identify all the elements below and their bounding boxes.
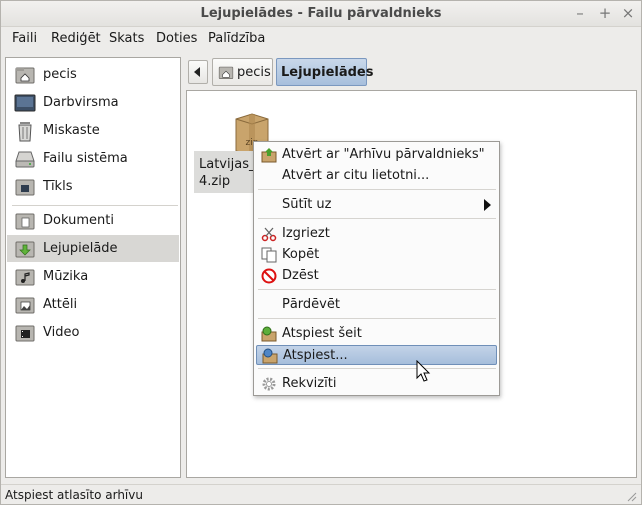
file-name-line1: Latvijas_D xyxy=(199,157,257,172)
sidebar-item-filesystem[interactable]: Failu sistēma xyxy=(7,145,179,172)
menu-rediget-label: Rediģēt xyxy=(51,31,101,46)
sidebar: pecis Darbvirsma Miskaste Failu sistēma … xyxy=(5,57,181,478)
menu-item-label: Pārdēvēt xyxy=(282,297,340,312)
menu-faili-label: Faili xyxy=(12,31,38,46)
sidebar-item-label: Mūzika xyxy=(43,269,89,284)
menu-separator xyxy=(258,218,496,219)
menu-copy[interactable]: Kopēt xyxy=(256,245,497,265)
menu-palidziba[interactable]: Palīdzība xyxy=(208,31,265,46)
menu-item-label: Izgriezt xyxy=(282,226,330,241)
menu-delete[interactable]: Dzēst xyxy=(256,266,497,286)
menu-extract[interactable]: Atspiest... xyxy=(256,345,497,365)
pictures-folder-icon xyxy=(15,297,35,314)
crumb-home-label: pecis xyxy=(237,65,271,80)
extract-icon xyxy=(262,348,278,364)
menu-item-label: Atvērt ar "Arhīvu pārvaldnieks" xyxy=(282,147,485,162)
menu-open-with-archive-manager[interactable]: Atvērt ar "Arhīvu pārvaldnieks" xyxy=(256,145,497,165)
extract-here-icon xyxy=(261,326,277,342)
context-menu: Atvērt ar "Arhīvu pārvaldnieks" Atvērt a… xyxy=(253,141,500,396)
menu-cut[interactable]: Izgriezt xyxy=(256,224,497,244)
close-button[interactable]: × xyxy=(619,4,637,22)
sidebar-item-pictures[interactable]: Attēli xyxy=(7,291,179,318)
sidebar-item-label: Lejupielāde xyxy=(43,241,118,256)
sidebar-item-desktop[interactable]: Darbvirsma xyxy=(7,89,179,116)
sidebar-item-music[interactable]: Mūzika xyxy=(7,263,179,290)
harddisk-icon xyxy=(15,151,35,168)
file-manager-window: Lejupielādes - Failu pārvaldnieks – + × … xyxy=(0,0,642,505)
properties-gear-icon xyxy=(262,377,276,391)
menu-doties-label: Doties xyxy=(156,31,198,46)
menu-item-label: Sūtīt uz xyxy=(282,197,332,212)
status-text: Atspiest atlasīto arhīvu xyxy=(5,488,143,502)
sidebar-item-home[interactable]: pecis xyxy=(7,61,179,88)
menu-send-to[interactable]: Sūtīt uz xyxy=(256,195,497,215)
menu-item-label: Rekvizīti xyxy=(282,376,337,391)
downloads-folder-icon xyxy=(15,241,35,258)
menu-faili[interactable]: Faili xyxy=(12,31,37,46)
home-folder-icon xyxy=(15,67,35,84)
sidebar-item-network[interactable]: Tīkls xyxy=(7,173,179,200)
network-icon xyxy=(15,179,35,196)
documents-folder-icon xyxy=(15,213,35,230)
menu-doties[interactable]: Doties xyxy=(156,31,197,46)
sidebar-item-label: Darbvirsma xyxy=(43,95,119,110)
menu-item-label: Atspiest... xyxy=(283,348,348,363)
title-bar[interactable]: Lejupielādes - Failu pārvaldnieks – + × xyxy=(1,1,641,27)
copy-icon xyxy=(261,247,277,263)
menu-extract-here[interactable]: Atspiest šeit xyxy=(256,324,497,344)
menu-bar: Faili Rediģēt Skats Doties Palīdzība xyxy=(1,28,641,50)
sidebar-divider xyxy=(12,205,178,206)
menu-skats-label: Skats xyxy=(109,31,145,46)
sidebar-item-documents[interactable]: Dokumenti xyxy=(7,207,179,234)
menu-separator xyxy=(258,368,496,369)
menu-separator xyxy=(258,318,496,319)
crumb-downloads[interactable]: Lejupielādes xyxy=(276,58,373,86)
menu-item-label: Atspiest šeit xyxy=(282,326,362,341)
menu-item-label: Dzēst xyxy=(282,268,319,283)
scissors-icon xyxy=(261,227,277,242)
sidebar-item-downloads[interactable]: Lejupielāde xyxy=(7,235,179,262)
menu-separator xyxy=(258,189,496,190)
sidebar-item-videos[interactable]: Video xyxy=(7,319,179,346)
menu-properties[interactable]: Rekvizīti xyxy=(256,374,497,394)
crumb-downloads-label: Lejupielādes xyxy=(281,65,374,80)
left-arrow-icon xyxy=(194,67,200,77)
pathbar-back-button[interactable] xyxy=(188,60,208,84)
file-name-line2: 4.zip xyxy=(199,174,231,189)
sidebar-item-label: Attēli xyxy=(43,297,78,312)
sidebar-item-label: Video xyxy=(43,325,80,340)
sidebar-item-trash[interactable]: Miskaste xyxy=(7,117,179,144)
menu-separator xyxy=(258,289,496,290)
status-bar: Atspiest atlasīto arhīvu xyxy=(1,484,641,505)
trash-icon xyxy=(18,122,32,142)
minimize-button[interactable]: – xyxy=(571,4,589,22)
archive-manager-icon xyxy=(261,148,277,163)
mouse-cursor-icon xyxy=(416,360,431,382)
maximize-button[interactable]: + xyxy=(596,4,614,22)
menu-rename[interactable]: Pārdēvēt xyxy=(256,295,497,315)
desktop-icon xyxy=(14,94,36,112)
menu-skats[interactable]: Skats xyxy=(109,31,144,46)
file-name-label[interactable]: Latvijas_D 4.zip xyxy=(194,151,257,193)
submenu-arrow-icon xyxy=(484,199,491,211)
videos-folder-icon xyxy=(15,325,35,342)
sidebar-item-label: Miskaste xyxy=(43,123,100,138)
window-title: Lejupielādes - Failu pārvaldnieks xyxy=(200,6,442,21)
home-folder-icon xyxy=(218,66,234,79)
delete-icon xyxy=(261,268,277,284)
menu-open-with-other[interactable]: Atvērt ar citu lietotni... xyxy=(256,166,497,186)
menu-rediget[interactable]: Rediģēt xyxy=(51,31,101,46)
menu-palidziba-label: Palīdzība xyxy=(208,31,266,46)
sidebar-item-label: Failu sistēma xyxy=(43,151,128,166)
menu-item-label: Kopēt xyxy=(282,247,320,262)
music-folder-icon xyxy=(15,269,35,286)
crumb-home[interactable]: pecis xyxy=(212,58,273,86)
resize-grip-icon[interactable] xyxy=(625,490,637,502)
menu-item-label: Atvērt ar citu lietotni... xyxy=(282,168,430,183)
sidebar-item-label: Tīkls xyxy=(43,179,73,194)
sidebar-item-label: pecis xyxy=(43,67,77,82)
sidebar-item-label: Dokumenti xyxy=(43,213,114,228)
